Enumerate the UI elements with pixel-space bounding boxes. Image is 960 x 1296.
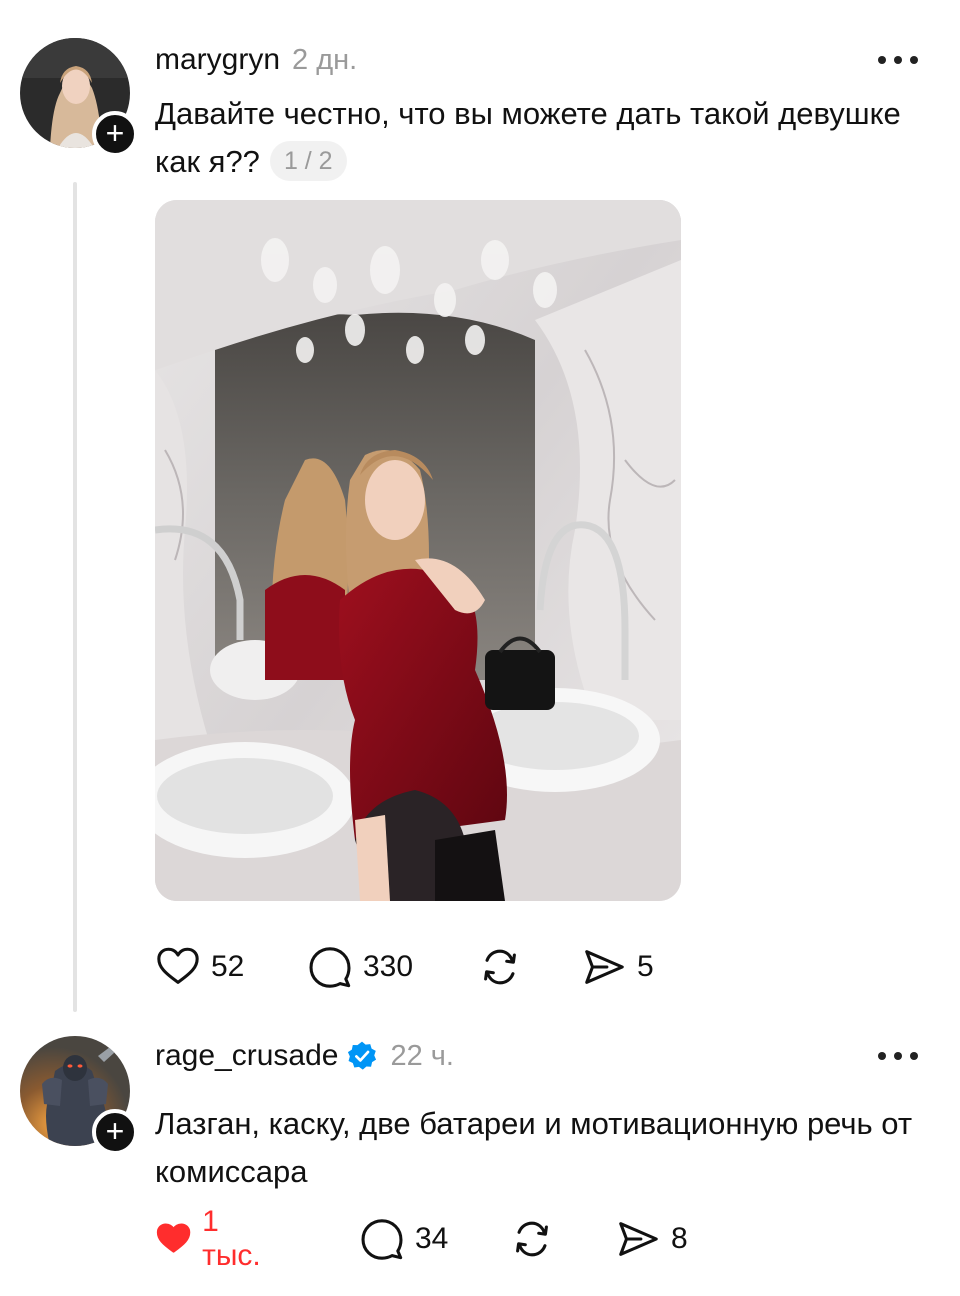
verified-badge-icon [348,1041,377,1070]
post-time: 2 дн. [292,43,358,76]
send-icon [585,950,624,984]
heart-filled-icon [156,1223,191,1253]
more-horizontal-icon [878,56,886,64]
share-button[interactable]: 5 [581,942,654,992]
comment-bubble-icon [309,947,351,988]
send-icon [619,1222,658,1256]
follow-button[interactable]: + [92,111,138,157]
repost-button[interactable] [477,942,523,992]
comment-count: 34 [415,1222,449,1255]
plus-icon: + [105,1112,125,1149]
media-counter: 1 / 2 [269,140,347,181]
post-text: Давайте честно, что вы можете дать такой… [155,90,935,186]
post-text-content: Давайте честно, что вы можете дать такой… [155,96,901,179]
share-count: 8 [671,1222,688,1255]
like-button[interactable]: 1 тыс. [155,1205,270,1272]
author-avatar-wrap[interactable]: + [20,1036,138,1155]
post-photo[interactable] [155,200,681,901]
post-header: marygryn 2 дн. [155,40,357,80]
more-options-button[interactable] [878,50,918,70]
post-text: Лазган, каску, две батареи и мотивационн… [155,1100,935,1196]
post-header: rage_crusade 22 ч. [155,1036,454,1076]
plus-icon: + [105,114,125,151]
post-card: + marygryn 2 дн. Давайте честно, что вы … [0,0,960,1012]
comment-bubble-icon [361,1219,403,1260]
post-text-content: Лазган, каску, две батареи и мотивационн… [155,1106,913,1189]
post-card: + rage_crusade 22 ч. Лазган, каску, две … [0,1012,960,1296]
thread-line [73,182,77,1012]
share-count: 5 [637,950,654,983]
author-avatar-wrap[interactable]: + [20,38,138,157]
post-time: 22 ч. [390,1039,454,1072]
more-options-button[interactable] [878,1046,918,1066]
repost-icon [484,949,516,985]
username[interactable]: rage_crusade [155,1039,338,1073]
comment-button[interactable]: 330 [307,942,413,992]
comment-button[interactable]: 34 [359,1214,448,1264]
username[interactable]: marygryn [155,43,280,77]
like-button[interactable]: 52 [155,942,244,992]
more-horizontal-icon [878,1052,886,1060]
repost-button[interactable] [509,1214,555,1264]
like-count: 1 тыс. [202,1205,261,1272]
share-button[interactable]: 8 [615,1214,688,1264]
heart-icon [157,947,199,984]
comment-count: 330 [363,950,414,983]
follow-button[interactable]: + [92,1109,138,1155]
repost-icon [516,1221,548,1257]
like-count: 52 [211,950,245,983]
